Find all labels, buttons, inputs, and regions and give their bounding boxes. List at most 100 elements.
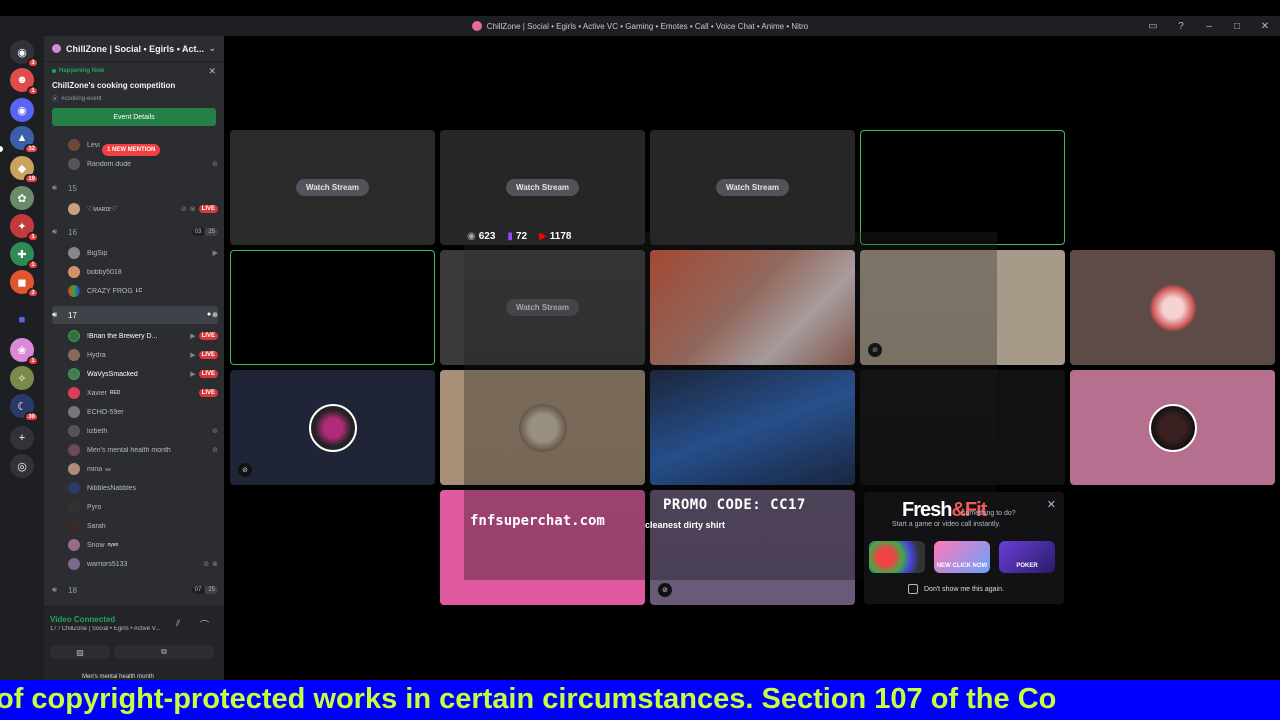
voice-user[interactable]: Random.dude ⊘ [68, 155, 218, 173]
event-status: Happening Now [52, 68, 216, 74]
direct-messages-icon[interactable]: ◉ 3 [10, 40, 39, 68]
discover-icon[interactable]: ◎ [10, 454, 34, 478]
folder-icon[interactable]: ■ [10, 308, 34, 332]
voice-channel-18[interactable]: 🔊︎ 18 07 25 [52, 581, 218, 599]
popup-question: something to do? [962, 510, 1016, 517]
avatar [1148, 283, 1197, 332]
speaker-icon: 🔊︎ [52, 310, 58, 319]
server-badge: 1 [27, 260, 39, 270]
speaker-icon: 🔊︎ [52, 183, 58, 192]
mic-off-icon: ⊘ [212, 428, 218, 435]
ticker-text: of copyright-protected works in certain … [0, 683, 1057, 715]
mic-off-icon: ⊘ [212, 161, 218, 168]
checkbox[interactable] [908, 584, 918, 594]
voice-user[interactable]: WaVysSmacked ▶ LIVE [68, 365, 218, 383]
video-icon: ▶ [190, 352, 196, 359]
video-tile[interactable] [860, 130, 1065, 245]
video-tile[interactable] [230, 250, 435, 365]
add-user-icon: ⊕ [212, 312, 218, 319]
voice-channel-name[interactable]: 17 / ChillZone | Social • Egirls • Activ… [50, 626, 170, 632]
promo-subtitle: cleanest dirty shirt [645, 520, 726, 530]
stream-stats: ◉ 623 ▮ 72 ▶ 1178 [467, 231, 571, 242]
voice-user[interactable]: ♡ᴍᴀʀɪᴇ♡ ⊘ ⊗ LIVE [68, 200, 218, 218]
voice-channel-15[interactable]: 🔊︎ 15 [52, 179, 218, 197]
maximize-icon[interactable]: □ [1230, 21, 1244, 32]
disconnect-icon[interactable]: ⌒ [200, 618, 209, 631]
video-tile[interactable] [1070, 250, 1275, 365]
title-bar: ChillZone | Social • Egirls • Active VC … [0, 16, 1280, 36]
popup-subtitle: Start a game or video call instantly. [892, 521, 1001, 528]
dont-show-again[interactable]: Don't show me this again. [908, 584, 1004, 594]
server-badge: 3 [27, 288, 39, 298]
server-icon[interactable]: ☻ 1 [10, 68, 39, 96]
server-icon[interactable]: ✿ [10, 186, 34, 210]
watch-stream-button[interactable]: Watch Stream [505, 179, 580, 196]
close-icon[interactable]: ✕ [1047, 498, 1056, 511]
voice-user[interactable]: warriors5133 ⊘ ⊗ [68, 555, 218, 573]
event-location: ⦿ #cooking-event [52, 95, 102, 104]
voice-user[interactable]: Snow nyan [68, 536, 218, 554]
voice-user[interactable]: mina ₓ₀ₓ [68, 460, 218, 478]
voice-user[interactable]: BigSip ▶ [68, 244, 218, 262]
mic-off-icon: ⊘ [238, 463, 252, 477]
voice-user[interactable]: Levi [68, 136, 218, 154]
server-icon[interactable]: ✧ [10, 366, 34, 390]
camera-toggle-button[interactable]: ▨ [50, 645, 110, 659]
voice-user[interactable]: Men's mental health month ⊘ [68, 441, 218, 459]
screen-share-button[interactable]: ⧉ [114, 645, 214, 659]
minimize-icon[interactable]: – [1202, 21, 1216, 32]
server-icon[interactable]: ▲ 32 [10, 126, 39, 154]
video-icon: ▶ [212, 250, 218, 257]
voice-user[interactable]: Sarah [68, 517, 218, 535]
voice-user[interactable]: !Brian the Brewery D... ▶ LIVE [68, 327, 218, 345]
discord-server-icon[interactable]: ◉ [10, 98, 34, 122]
voice-user[interactable]: Pyro [68, 498, 218, 516]
noise-suppression-icon[interactable]: ⫽ [176, 618, 180, 629]
help-icon[interactable]: ? [1174, 21, 1188, 32]
activity-card[interactable] [869, 541, 925, 573]
avatar [1148, 403, 1197, 452]
close-icon[interactable]: ✕ [1258, 21, 1272, 32]
video-tile[interactable]: ⊘ [230, 370, 435, 485]
deafen-icon: ⊘ [658, 583, 672, 597]
watch-stream-button[interactable]: Watch Stream [295, 179, 370, 196]
server-icon[interactable]: ❀ 1 [10, 338, 39, 366]
chevron-down-icon: ⌄ [208, 43, 216, 53]
voice-user[interactable]: Xavier RED LIVE [68, 384, 218, 402]
server-badge: 1 [27, 86, 39, 96]
mic-off-icon: ⊘ [212, 447, 218, 454]
voice-user[interactable]: CRAZY FROG LC [68, 282, 218, 300]
avatar [308, 403, 357, 452]
voice-channel-16[interactable]: 🔊︎ 16 03 25 [52, 223, 218, 241]
watch-stream-button[interactable]: Watch Stream [715, 179, 790, 196]
activity-card-poker[interactable]: POKER [999, 541, 1055, 573]
voice-user[interactable]: lizbeth ⊘ [68, 422, 218, 440]
voice-user[interactable]: NibblesNabbles [68, 479, 218, 497]
event-details-button[interactable]: Event Details [52, 108, 216, 126]
activity-card[interactable]: NEW CLICK NOW [934, 541, 990, 573]
voice-user[interactable]: ECHO-59er [68, 403, 218, 421]
voice-user[interactable]: bobby5018 [68, 263, 218, 281]
server-icon[interactable]: ✦ 1 [10, 214, 39, 242]
voice-channel-17[interactable]: 🔊︎ 17 ● ⊕ [52, 306, 218, 324]
video-tile[interactable] [1070, 370, 1275, 485]
server-badge: 1 [27, 232, 39, 242]
server-icon[interactable]: ☾ 30 [10, 394, 39, 422]
stream-tile[interactable]: Watch Stream [650, 130, 855, 245]
stream-overlay-text: fnfsuperchat.com [470, 513, 605, 529]
inbox-icon[interactable]: ▭ [1146, 21, 1160, 32]
user-strip: Men's mental health month [82, 674, 154, 680]
close-icon[interactable]: ✕ [208, 66, 216, 77]
letterbox-top [0, 0, 1280, 16]
server-header[interactable]: ChillZone | Social • Egirls • Act... ⌄ [44, 36, 224, 62]
add-server-icon[interactable]: + [10, 426, 34, 450]
video-icon: ▶ [190, 333, 196, 340]
voice-user[interactable]: Hydra ▶ LIVE [68, 346, 218, 364]
stream-tile[interactable]: Watch Stream [440, 130, 645, 245]
chat-icon: ● [206, 311, 212, 318]
server-icon[interactable]: ◼ 3 [10, 270, 39, 298]
server-icon[interactable]: ◆ 19 [10, 156, 39, 184]
server-icon[interactable]: ✚ 1 [10, 242, 39, 270]
server-badge: 19 [24, 174, 39, 184]
stream-tile[interactable]: Watch Stream [230, 130, 435, 245]
